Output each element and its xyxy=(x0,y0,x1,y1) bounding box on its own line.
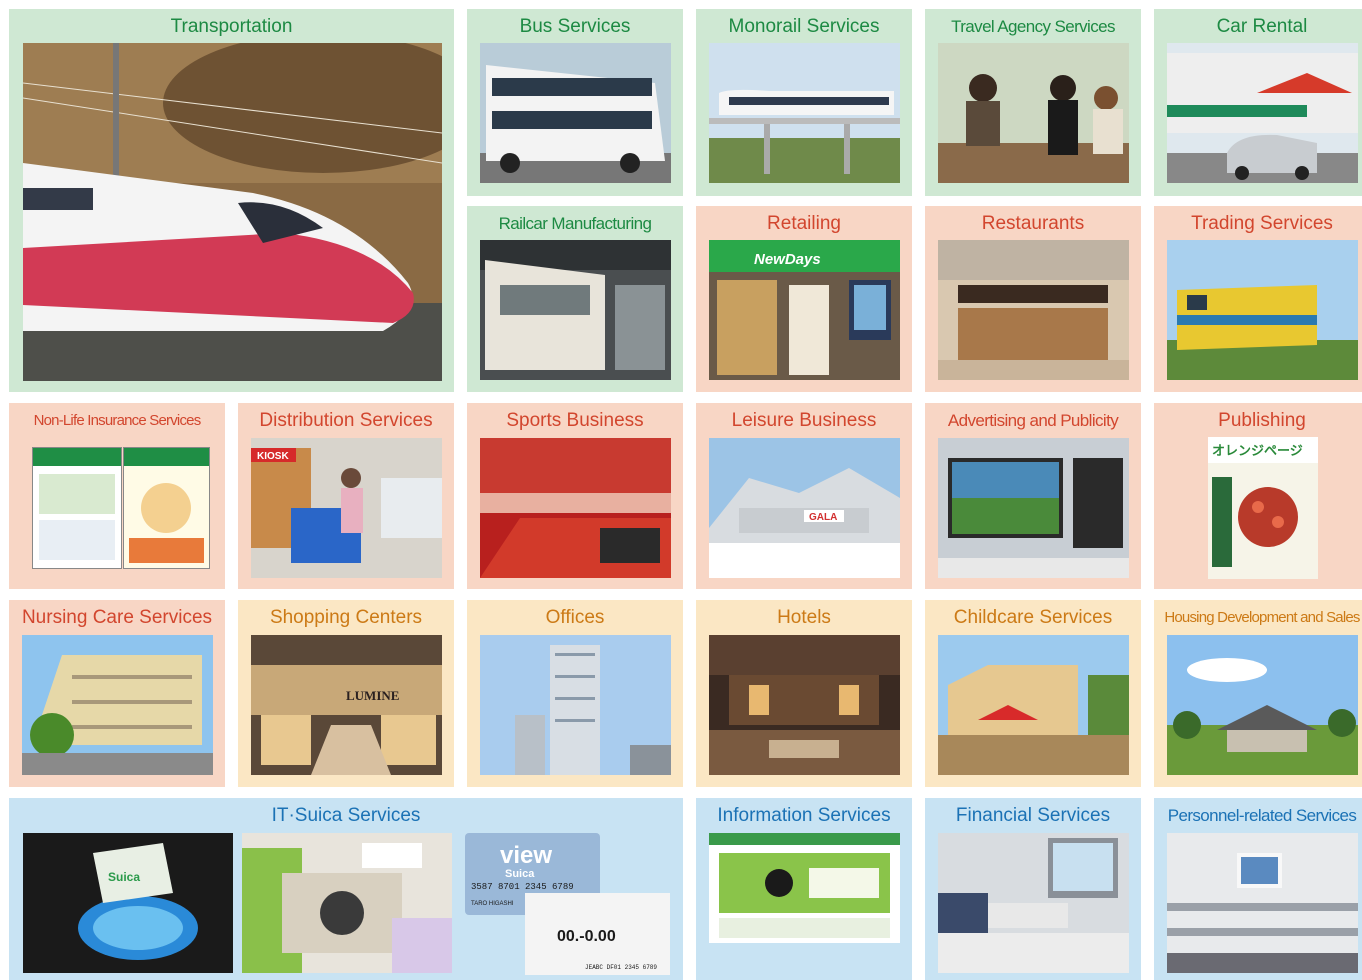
tile-title: Personnel-related Services xyxy=(1167,806,1357,825)
newdays-store-photo: NewDays xyxy=(709,240,900,380)
tile-title: Nursing Care Services xyxy=(21,607,213,628)
tile-title: Non-Life Insurance Services xyxy=(33,412,202,429)
railcar-photo xyxy=(480,240,671,380)
tile-transportation[interactable]: Transportation xyxy=(9,9,454,392)
card-name: TARO HIGASHI xyxy=(471,901,514,907)
tile-title: Transportation xyxy=(170,16,293,37)
tile-leisure-business[interactable]: Leisure Business GALA xyxy=(696,403,912,589)
tile-bus-services[interactable]: Bus Services xyxy=(467,9,683,196)
tile-title: Advertising and Publicity xyxy=(947,411,1119,430)
tile-title: Financial Services xyxy=(955,805,1111,826)
view-suica-text: Suica xyxy=(505,868,535,880)
tile-childcare[interactable]: Childcare Services xyxy=(925,600,1141,787)
tile-title: Trading Services xyxy=(1191,213,1333,234)
tile-information-services[interactable]: Information Services xyxy=(696,798,912,980)
tile-travel-agency[interactable]: Travel Agency Services xyxy=(925,9,1141,196)
trading-train-photo xyxy=(1167,240,1358,380)
tile-title: Shopping Centers xyxy=(269,607,423,628)
suica-charge-photo xyxy=(242,833,452,973)
restaurant-photo xyxy=(938,240,1129,380)
tile-nursing-care[interactable]: Nursing Care Services xyxy=(9,600,225,787)
tile-title: Information Services xyxy=(717,805,891,826)
suica-card-text: Suica xyxy=(108,870,140,884)
monorail-photo xyxy=(709,43,900,183)
tile-title: Bus Services xyxy=(519,16,631,37)
tile-trading-services[interactable]: Trading Services xyxy=(1154,206,1362,392)
tile-retailing[interactable]: Retailing NewDays xyxy=(696,206,912,392)
view-card-logo: view xyxy=(500,842,552,869)
website-screenshot xyxy=(709,833,900,943)
tile-title: Distribution Services xyxy=(259,410,433,431)
tile-sports-business[interactable]: Sports Business xyxy=(467,403,683,589)
bus-photo xyxy=(480,43,671,183)
tile-title: Childcare Services xyxy=(953,607,1113,628)
car-rental-photo xyxy=(1167,43,1358,183)
hotel-lobby-photo xyxy=(709,635,900,775)
tile-it-suica[interactable]: IT·Suica Services Suica view Suica 3587 … xyxy=(9,798,683,980)
kiosk-photo: KIOSK xyxy=(251,438,442,578)
financial-office-photo xyxy=(938,833,1129,973)
tile-monorail-services[interactable]: Monorail Services xyxy=(696,9,912,196)
tile-title: Monorail Services xyxy=(728,16,880,37)
tile-shopping-centers[interactable]: Shopping Centers LUMINE xyxy=(238,600,454,787)
newdays-sign: NewDays xyxy=(754,251,821,268)
gym-photo xyxy=(480,438,671,578)
tile-title: Car Rental xyxy=(1216,16,1308,37)
office-tower-photo xyxy=(480,635,671,775)
view-suica-card-photo: view Suica 3587 8701 2345 6789 TARO HIGA… xyxy=(465,833,670,975)
tile-title: Leisure Business xyxy=(731,410,877,431)
magazine-title: オレンジページ xyxy=(1212,444,1303,459)
gala-sign: GALA xyxy=(809,512,837,523)
tile-restaurants[interactable]: Restaurants xyxy=(925,206,1141,392)
tile-title: Travel Agency Services xyxy=(951,17,1115,36)
suica-gate-photo: Suica xyxy=(23,833,233,973)
tile-title: Restaurants xyxy=(981,213,1085,234)
housing-photo xyxy=(1167,635,1358,775)
lumine-sign: LUMINE xyxy=(346,688,399,703)
tile-publishing[interactable]: Publishing オレンジページ xyxy=(1154,403,1362,589)
insurance-leaflet-right xyxy=(123,447,210,569)
tile-housing-development[interactable]: Housing Development and Sales xyxy=(1154,600,1362,787)
tile-title: Publishing xyxy=(1218,410,1306,431)
tile-title: Retailing xyxy=(767,213,841,234)
tile-advertising-publicity[interactable]: Advertising and Publicity xyxy=(925,403,1141,589)
tile-title: Sports Business xyxy=(506,410,644,431)
nursing-home-photo xyxy=(22,635,213,775)
tile-railcar-manufacturing[interactable]: Railcar Manufacturing xyxy=(467,206,683,392)
card-number: 3587 8701 2345 6789 xyxy=(471,882,574,892)
training-room-photo xyxy=(1167,833,1358,973)
lumine-photo: LUMINE xyxy=(251,635,442,775)
tile-car-rental[interactable]: Car Rental xyxy=(1154,9,1362,196)
travel-agency-photo xyxy=(938,43,1129,183)
tile-title: IT·Suica Services xyxy=(271,805,421,826)
tile-hotels[interactable]: Hotels xyxy=(696,600,912,787)
digital-signage-photo xyxy=(938,438,1129,578)
ticket-code: JEABC DF01 2345 6789 xyxy=(585,964,657,971)
tile-personnel-services[interactable]: Personnel-related Services xyxy=(1154,798,1362,980)
tile-title: Housing Development and Sales xyxy=(1164,609,1360,626)
magazine-cover: オレンジページ xyxy=(1208,437,1318,579)
shinkansen-photo xyxy=(23,43,442,381)
childcare-photo xyxy=(938,635,1129,775)
ticket-price: 00.-0.00 xyxy=(557,928,616,945)
kiosk-sign: KIOSK xyxy=(257,451,289,462)
insurance-leaflet-left xyxy=(32,447,122,569)
gala-ski-photo: GALA xyxy=(709,438,900,578)
tile-title: Hotels xyxy=(777,607,831,628)
tile-distribution-services[interactable]: Distribution Services KIOSK xyxy=(238,403,454,589)
tile-title: Offices xyxy=(545,607,605,628)
tile-financial-services[interactable]: Financial Services xyxy=(925,798,1141,980)
tile-title: Railcar Manufacturing xyxy=(498,214,652,233)
tile-offices[interactable]: Offices xyxy=(467,600,683,787)
tile-non-life-insurance[interactable]: Non-Life Insurance Services xyxy=(9,403,225,589)
